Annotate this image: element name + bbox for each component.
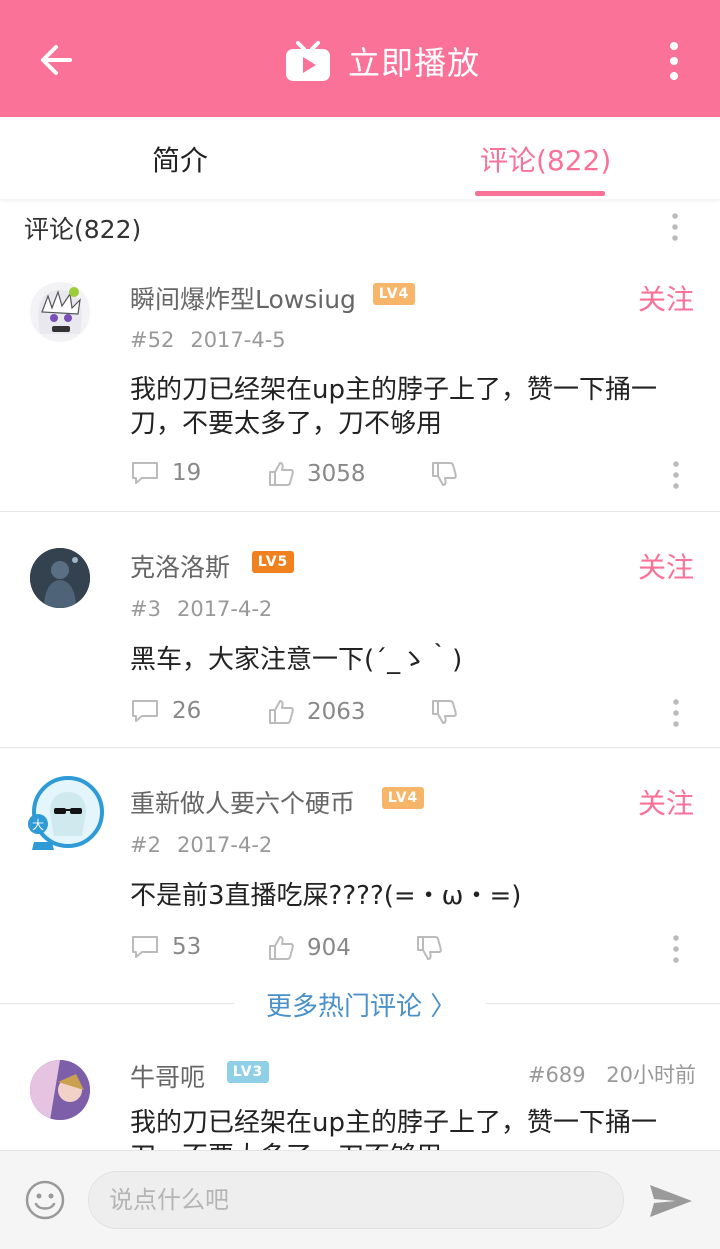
floor-number: #689 [527,1063,586,1087]
comment-more-icon[interactable] [670,698,682,728]
avatar[interactable] [30,548,90,608]
comment-text: 我的刀已经架在up主的脖子上了，赞一下捅一刀，不要太多了，刀不够用 [130,1108,657,1150]
like-count: 2063 [307,699,366,725]
section-more-icon[interactable] [669,212,681,242]
thumbs-up-icon [269,700,294,724]
comment-meta: #2 2017-4-2 [130,833,272,857]
dislike-button[interactable] [430,460,470,488]
divider [486,1003,720,1004]
like-count: 904 [307,935,351,961]
like-button[interactable]: 3058 [267,460,366,488]
comment-item: 克洛洛斯 LV5 关注 #3 2017-4-2 黑车，大家注意一下(´_ゝ｀) 2… [0,512,720,748]
floor-number: #52 [130,328,175,352]
like-count: 3058 [307,461,366,487]
reply-button[interactable]: 53 [130,934,201,960]
comment-meta: #689 20小时前 [528,1059,696,1089]
reply-bubble-icon [132,936,158,958]
reply-button[interactable]: 19 [130,460,201,486]
comment-text: 我的刀已经架在up主的脖子上了，赞一下捅一刀，不要太多了，刀不够用 [130,375,657,439]
more-options-icon[interactable] [662,40,686,84]
comment-item: 大 重新做人要六个硬币 LV4 关注 #2 2017-4-2 不是前3直播吃屎??… [0,748,720,984]
divider [0,1003,234,1004]
reply-bubble-icon [132,700,158,722]
send-icon[interactable] [648,1181,694,1221]
back-arrow-icon[interactable] [30,34,82,86]
svg-text:大: 大 [32,818,44,832]
tab-comments[interactable]: 评论(822) [480,139,611,179]
comment-actions: 19 3058 [130,460,690,492]
more-hot-comments-link[interactable]: 更多热门评论 〉 [266,986,456,1023]
like-button[interactable]: 904 [267,934,351,962]
thumbs-down-icon [432,462,457,486]
comment-date: 2017-4-2 [176,597,273,621]
page-title: 立即播放 [348,44,481,82]
dislike-button[interactable] [415,934,455,962]
username[interactable]: 重新做人要六个硬币 [130,784,355,820]
dislike-button[interactable] [430,698,470,726]
reply-count: 26 [172,698,202,724]
floor-number: #3 [130,597,161,621]
comment-item: 瞬间爆炸型Lowsiug LV4 关注 #52 2017-4-5 我的刀已经架在u… [0,262,720,512]
level-badge: LV4 [373,283,415,305]
reply-count: 19 [172,460,202,486]
comments-section-title: 评论(822) [24,215,142,244]
follow-button[interactable]: 关注 [638,782,694,822]
more-hot-comments-row: 更多热门评论 〉 [0,984,720,1024]
comment-text: 不是前3直播吃屎????(=・ω・=) [130,881,522,911]
latest-comment-item: 牛哥呃 LV3 #689 20小时前 我的刀已经架在up主的脖子上了，赞一下捅一… [0,1040,720,1150]
tv-play-icon [286,41,330,81]
comment-date: 2017-4-5 [190,328,286,352]
title-group: 立即播放 [284,36,480,86]
tab-intro[interactable]: 简介 [152,139,208,179]
active-tab-indicator [475,191,605,196]
tab-bar: 简介 评论(822) [0,117,720,199]
comment-date: 2017-4-2 [176,833,273,857]
comment-input-bar [0,1150,720,1249]
reply-button[interactable]: 26 [130,698,201,724]
avatar[interactable]: 大 [24,774,104,850]
thumbs-down-icon [432,700,457,724]
comment-more-icon[interactable] [670,934,682,964]
emoji-icon[interactable] [24,1179,66,1221]
comment-time: 20小时前 [606,1063,696,1087]
comment-more-icon[interactable] [670,460,682,490]
reply-bubble-icon [132,462,158,484]
comment-actions: 26 2063 [130,698,690,730]
comment-input[interactable] [88,1171,624,1229]
comment-text: 黑车，大家注意一下(´_ゝ｀) [130,645,463,675]
username[interactable]: 牛哥呃 [130,1058,205,1094]
level-badge: LV3 [227,1061,269,1083]
follow-button[interactable]: 关注 [638,546,694,586]
level-badge: LV5 [252,551,294,573]
thumbs-up-icon [269,936,294,960]
username[interactable]: 克洛洛斯 [130,548,230,584]
floor-number: #2 [130,833,161,857]
comment-meta: #52 2017-4-5 [130,328,286,352]
thumbs-up-icon [269,462,294,486]
top-bar: 立即播放 [0,0,720,117]
username[interactable]: 瞬间爆炸型Lowsiug [130,280,356,316]
comment-meta: #3 2017-4-2 [130,597,272,621]
level-badge: LV4 [382,787,424,809]
reply-count: 53 [172,934,202,960]
follow-button[interactable]: 关注 [638,278,694,318]
avatar[interactable] [30,282,90,342]
comment-actions: 53 904 [130,934,690,966]
avatar[interactable] [30,1060,90,1120]
like-button[interactable]: 2063 [267,698,366,726]
thumbs-down-icon [417,936,442,960]
